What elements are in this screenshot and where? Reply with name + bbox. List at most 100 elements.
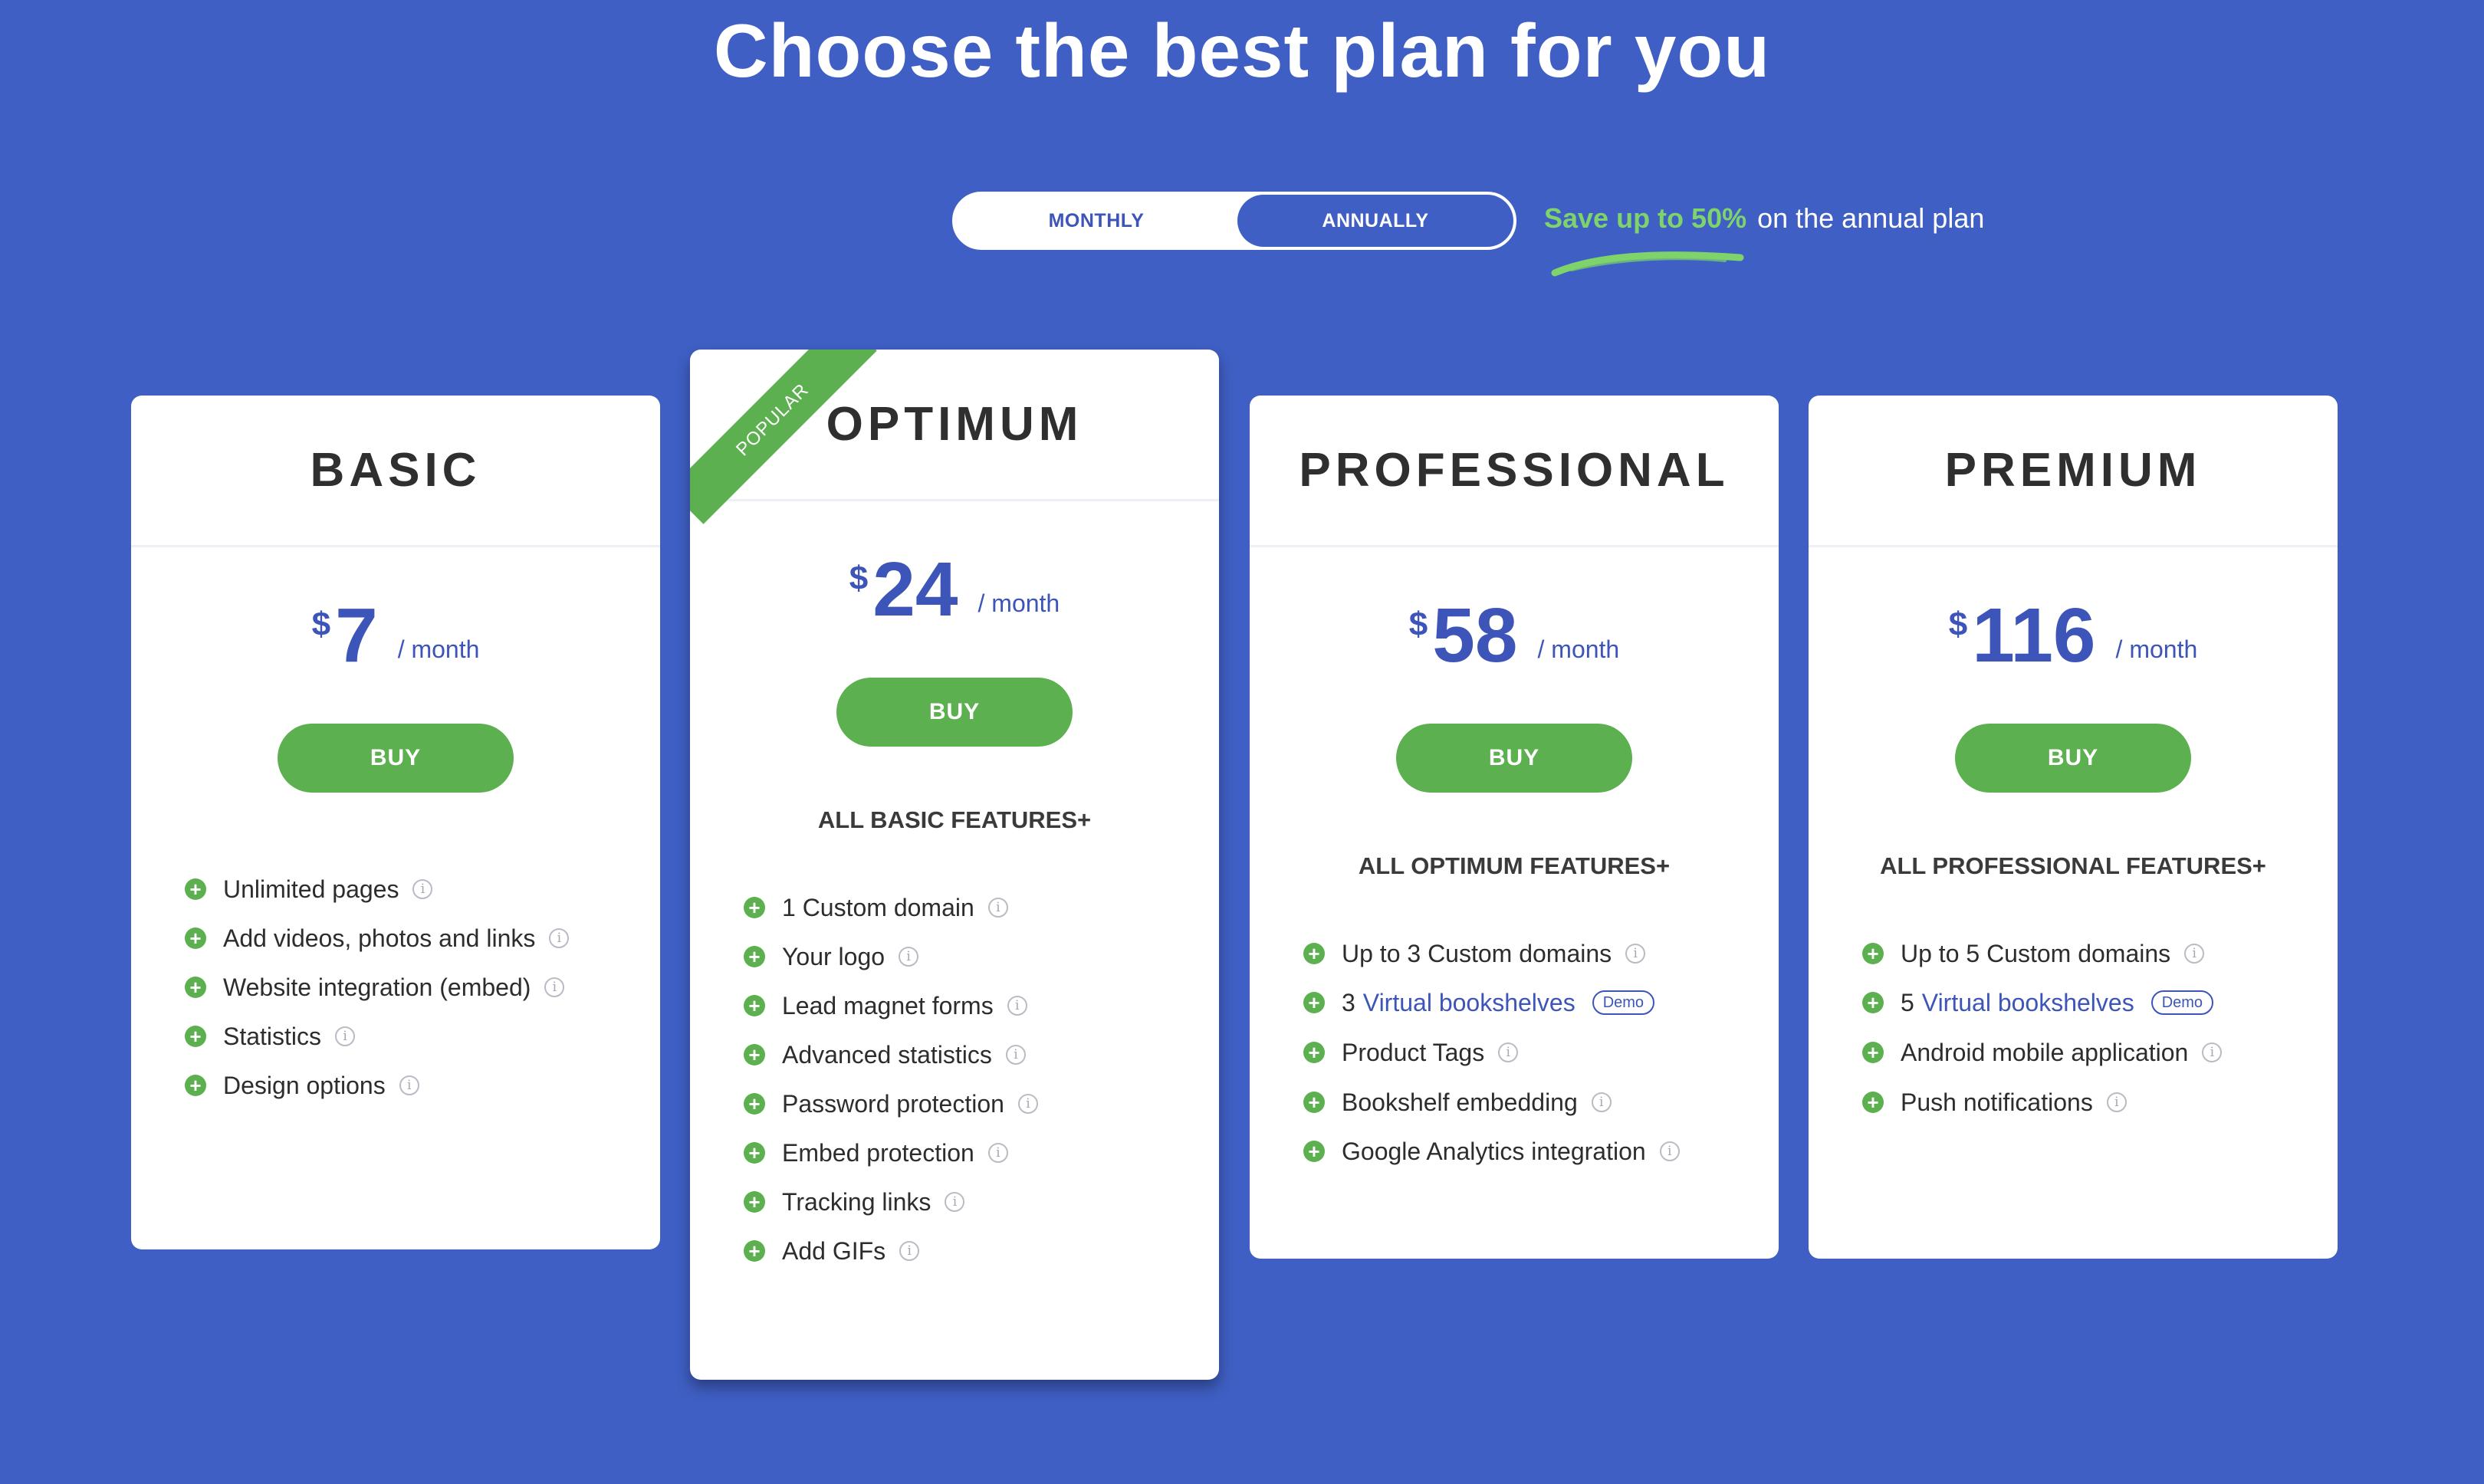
feature-item: + Up to 3 Custom domains i (1303, 929, 1779, 978)
plus-circle-icon: + (185, 1075, 206, 1096)
info-icon[interactable]: i (1017, 1094, 1038, 1114)
feature-list: + Up to 3 Custom domains i +3 Virtual books… (1250, 929, 1779, 1176)
inherited-features-label: ALL PROFESSIONAL FEATURES+ (1880, 852, 2266, 879)
feature-text: Statistics (223, 1022, 322, 1050)
info-icon[interactable]: i (549, 928, 570, 948)
plus-circle-icon: + (744, 1142, 765, 1164)
feature-list: +1 Custom domain i + Your logo i + Lead magn… (690, 883, 1219, 1276)
info-icon[interactable]: i (1007, 996, 1027, 1016)
feature-item: + Website integration (embed) i (185, 963, 660, 1012)
virtual-bookshelves-link[interactable]: Virtual bookshelves (1363, 989, 1576, 1017)
info-icon[interactable]: i (987, 898, 1008, 918)
plan-price: $ 58 / month (1250, 547, 1779, 724)
feature-text: Add videos, photos and links (223, 924, 536, 952)
pricing-page: Choose the best plan for you MONTHLY ANN… (0, 0, 2484, 1484)
feature-item: + Android mobile application i (1862, 1027, 2338, 1078)
plus-circle-icon: + (1862, 1042, 1884, 1063)
info-icon[interactable]: i (399, 1075, 419, 1095)
feature-text: Unlimited pages (223, 875, 399, 903)
feature-count: 5 (1901, 988, 1914, 1016)
plus-circle-icon: + (744, 946, 765, 967)
plan-price: $ 24 / month (690, 501, 1219, 678)
feature-item: + Up to 5 Custom domains i (1862, 929, 2338, 978)
buy-button-professional[interactable]: BUY (1396, 724, 1632, 793)
inherited-features-label: ALL OPTIMUM FEATURES+ (1358, 852, 1671, 879)
demo-badge[interactable]: Demo (2150, 990, 2214, 1015)
plus-circle-icon: + (744, 1093, 765, 1115)
demo-badge[interactable]: Demo (1592, 990, 1655, 1015)
plan-card-premium: PREMIUM $ 116 / month BUY ALL PROFESSION… (1809, 396, 2338, 1259)
feature-text: Embed protection (782, 1138, 974, 1167)
currency-symbol: $ (1408, 606, 1428, 643)
info-icon[interactable]: i (1498, 1042, 1519, 1062)
plus-circle-icon: + (1303, 943, 1325, 964)
feature-item: + Lead magnet forms i (744, 981, 1219, 1030)
price-amount: 58 (1432, 593, 1518, 678)
feature-text: Lead magnet forms (782, 991, 994, 1019)
info-icon[interactable]: i (1591, 1092, 1612, 1112)
feature-item: + Embed protection i (744, 1128, 1219, 1177)
savings-note: Save up to 50% on the annual plan (1544, 202, 1984, 235)
feature-text: 1 Custom domain (782, 893, 974, 921)
plus-circle-icon: + (1862, 1092, 1884, 1113)
currency-symbol: $ (311, 606, 331, 643)
savings-text: on the annual plan (1757, 202, 1985, 234)
info-icon[interactable]: i (899, 1241, 920, 1261)
plus-circle-icon: + (744, 995, 765, 1016)
feature-item: + Tracking links i (744, 1177, 1219, 1226)
feature-item: + Add GIFs i (744, 1226, 1219, 1276)
feature-text: Android mobile application (1901, 1038, 2189, 1066)
plan-name: BASIC (131, 396, 660, 547)
billing-monthly-option[interactable]: MONTHLY (958, 195, 1234, 247)
feature-text: Password protection (782, 1089, 1004, 1118)
feature-text: Website integration (embed) (223, 973, 531, 1001)
plan-card-professional: PROFESSIONAL $ 58 / month BUY ALL OPTIMU… (1250, 396, 1779, 1259)
feature-item: + Unlimited pages i (185, 865, 660, 914)
info-icon[interactable]: i (987, 1143, 1008, 1163)
page-title: Choose the best plan for you (713, 8, 1771, 93)
info-icon[interactable]: i (2202, 1042, 2223, 1062)
virtual-bookshelves-link[interactable]: Virtual bookshelves (1922, 989, 2134, 1017)
savings-highlight: Save up to 50% (1544, 202, 1747, 234)
feature-text: Your logo (782, 942, 886, 970)
feature-item: + Google Analytics integration i (1303, 1127, 1779, 1176)
price-period: / month (978, 589, 1060, 617)
info-icon[interactable]: i (1659, 1141, 1680, 1161)
billing-annual-option[interactable]: ANNUALLY (1237, 195, 1513, 247)
info-icon[interactable]: i (945, 1192, 965, 1212)
info-icon[interactable]: i (412, 879, 433, 899)
feature-count: 3 (1342, 988, 1355, 1016)
plan-price: $ 7 / month (131, 547, 660, 724)
info-icon[interactable]: i (1625, 944, 1646, 964)
feature-item: +1 Custom domain i (744, 883, 1219, 932)
price-period: / month (2115, 635, 2198, 663)
feature-item: + Add videos, photos and links i (185, 914, 660, 963)
plan-name: PREMIUM (1809, 396, 2338, 547)
info-icon[interactable]: i (1005, 1045, 1026, 1065)
info-icon[interactable]: i (2106, 1092, 2127, 1112)
plus-circle-icon: + (185, 878, 206, 900)
feature-text: Add GIFs (782, 1236, 886, 1265)
info-icon[interactable]: i (899, 947, 919, 967)
buy-button-optimum[interactable]: BUY (836, 678, 1073, 747)
feature-item: + Bookshelf embedding i (1303, 1078, 1779, 1127)
feature-list: + Up to 5 Custom domains i +5 Virtual books… (1809, 929, 2338, 1127)
plus-circle-icon: + (744, 897, 765, 918)
feature-text: Tracking links (782, 1187, 932, 1216)
info-icon[interactable]: i (2184, 944, 2205, 964)
price-period: / month (1537, 635, 1620, 663)
plus-circle-icon: + (744, 1044, 765, 1065)
feature-text: Advanced statistics (782, 1040, 992, 1069)
buy-button-basic[interactable]: BUY (278, 724, 514, 793)
feature-item: + Product Tags i (1303, 1027, 1779, 1078)
feature-text: Product Tags (1342, 1038, 1485, 1066)
feature-text: Push notifications (1901, 1088, 2093, 1116)
billing-toggle[interactable]: MONTHLY ANNUALLY (952, 192, 1516, 250)
buy-button-premium[interactable]: BUY (1955, 724, 2191, 793)
info-icon[interactable]: i (335, 1026, 356, 1046)
price-period: / month (397, 635, 480, 663)
brush-underline-decoration (1551, 251, 1744, 277)
info-icon[interactable]: i (544, 977, 565, 997)
feature-item: +3 Virtual bookshelves Demo (1303, 978, 1779, 1027)
plus-circle-icon: + (1303, 1042, 1325, 1063)
